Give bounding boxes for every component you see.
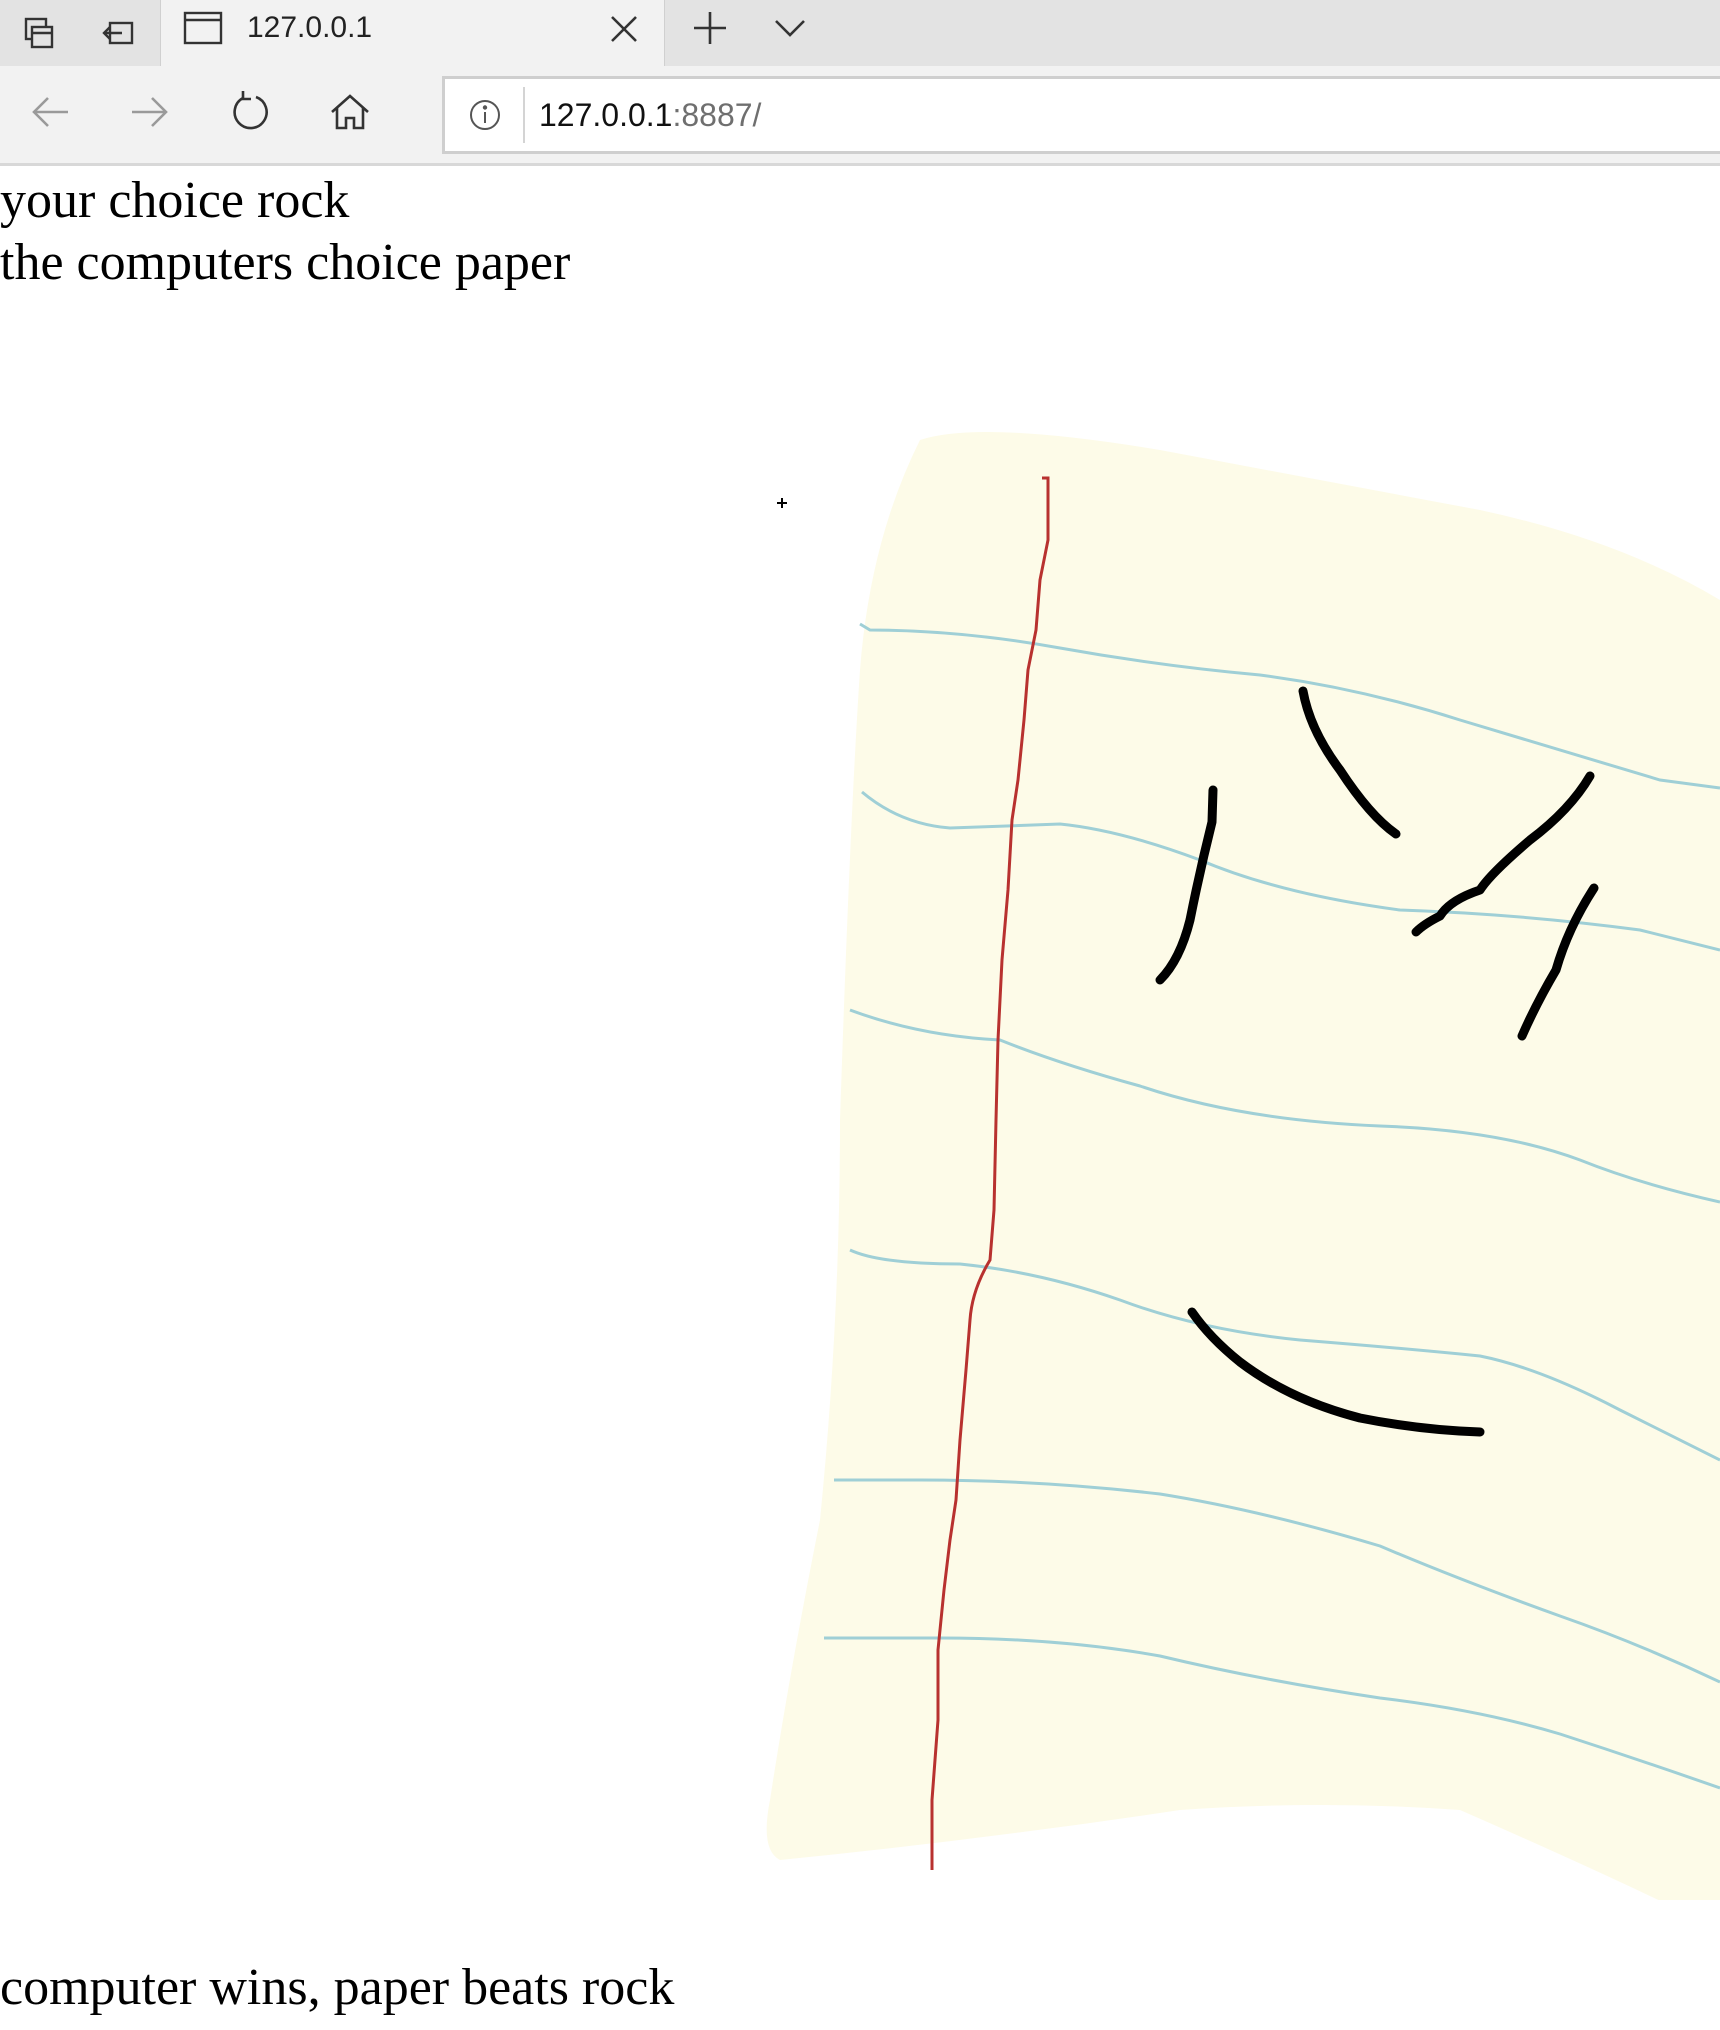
new-tab-icon[interactable] <box>688 6 732 50</box>
url-path: :8887/ <box>672 97 762 133</box>
address-bar[interactable]: 127.0.0.1:8887/ <box>442 76 1720 154</box>
computer-choice-text: the computers choice paper <box>0 234 571 291</box>
browser-tab[interactable]: 127.0.0.1 <box>160 0 665 66</box>
paper-sheet <box>766 432 1720 1900</box>
refresh-icon[interactable] <box>226 88 274 136</box>
back-arrow-icon[interactable] <box>26 88 74 136</box>
address-separator <box>523 87 525 143</box>
paper-icon <box>766 432 1720 1900</box>
result-text: computer wins, paper beats rock <box>0 1959 675 2016</box>
tab-strip: 127.0.0.1 <box>0 0 1720 66</box>
page-icon <box>183 11 223 45</box>
close-tab-icon[interactable] <box>606 11 642 47</box>
your-choice-text: your choice rock <box>0 172 350 229</box>
url-host: 127.0.0.1 <box>539 97 673 133</box>
tab-group-icon[interactable] <box>0 0 80 66</box>
navigation-bar: 127.0.0.1:8887/ <box>0 66 1720 166</box>
home-icon[interactable] <box>326 88 374 136</box>
chevron-down-icon[interactable] <box>768 6 812 50</box>
info-icon[interactable] <box>467 97 503 133</box>
url-text[interactable]: 127.0.0.1:8887/ <box>539 96 761 134</box>
set-aside-tabs-icon[interactable] <box>80 0 160 66</box>
forward-arrow-icon[interactable] <box>126 88 174 136</box>
tab-title: 127.0.0.1 <box>247 11 373 44</box>
